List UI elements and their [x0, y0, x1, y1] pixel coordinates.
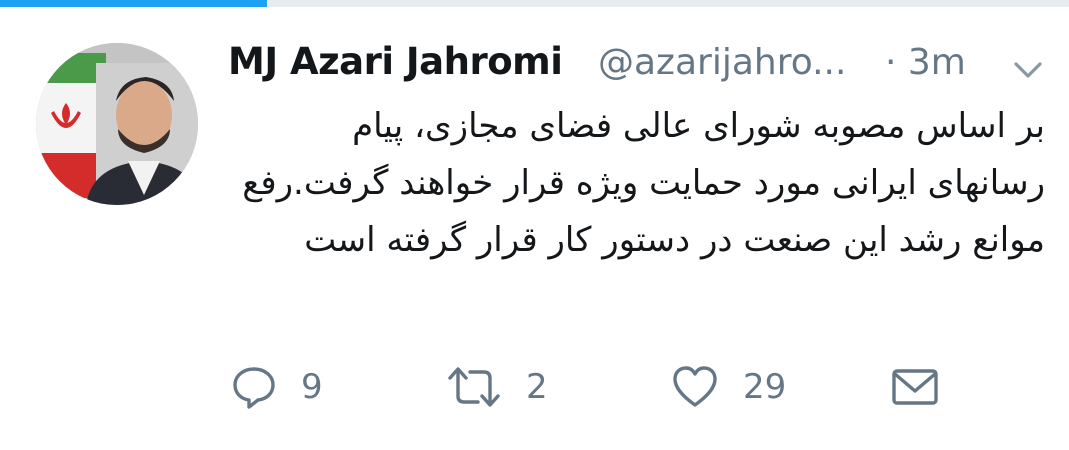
time-separator: · — [885, 42, 897, 83]
heart-icon — [673, 366, 717, 407]
tweet-timestamp[interactable]: · 3m — [885, 42, 966, 83]
reply-icon — [233, 367, 275, 409]
tweet-text: بر اساس مصوبه شورای عالی فضای مجازی، پیا… — [231, 106, 1045, 260]
loading-progress-track — [0, 0, 1069, 7]
retweet-button[interactable]: 2 — [446, 360, 548, 414]
avatar-image — [36, 43, 198, 205]
author-name[interactable]: MJ Azari Jahromi — [228, 40, 563, 83]
avatar[interactable] — [36, 43, 198, 205]
retweet-count: 2 — [526, 367, 548, 407]
like-button[interactable]: 29 — [671, 360, 786, 414]
chevron-down-icon — [1014, 62, 1042, 78]
more-options-button[interactable] — [1012, 58, 1044, 82]
like-count: 29 — [743, 367, 787, 407]
reply-count: 9 — [301, 367, 323, 407]
time-ago: 3m — [907, 42, 966, 83]
retweet-icon — [448, 367, 500, 407]
direct-message-button[interactable] — [890, 360, 940, 414]
author-handle[interactable]: @azarijahro... — [598, 42, 846, 83]
envelope-icon — [892, 369, 938, 405]
tweet-header: MJ Azari Jahromi @azarijahro... · 3m — [228, 38, 1048, 94]
loading-progress-fill — [0, 0, 268, 7]
reply-button[interactable]: 9 — [231, 360, 323, 414]
tweet-actions: 9 2 29 — [228, 360, 1048, 414]
